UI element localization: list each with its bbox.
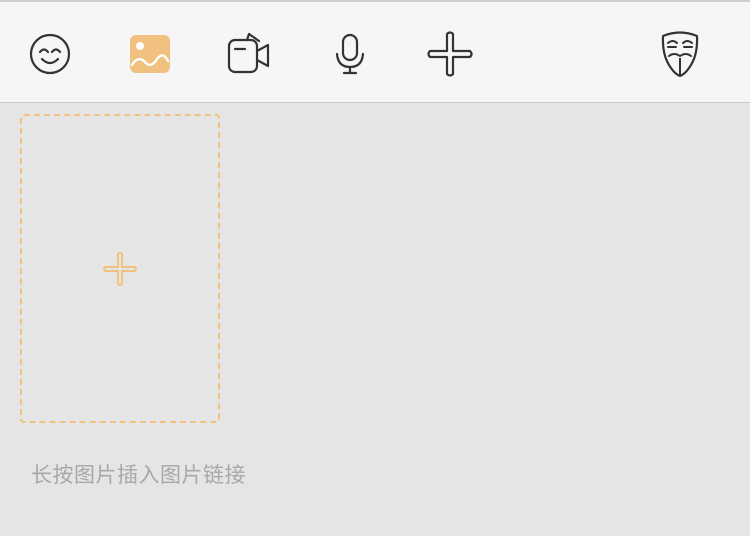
anonymous-button[interactable] [657,31,703,78]
image-panel: 长按图片插入图片链接 [0,103,750,536]
microphone-icon [335,33,365,75]
video-button[interactable] [227,31,273,77]
image-button[interactable] [127,31,173,77]
emoji-button[interactable] [27,31,73,77]
toolbar [0,0,750,103]
hint-text: 长按图片插入图片链接 [31,463,246,487]
more-button[interactable] [427,31,473,77]
plus-icon [103,251,137,286]
voice-button[interactable] [327,31,373,77]
image-icon [130,35,170,73]
add-image-tile[interactable] [20,114,220,423]
video-camera-icon [227,32,270,74]
smiley-icon [29,33,71,75]
plus-icon [427,31,473,77]
anonymous-mask-icon [661,31,699,78]
